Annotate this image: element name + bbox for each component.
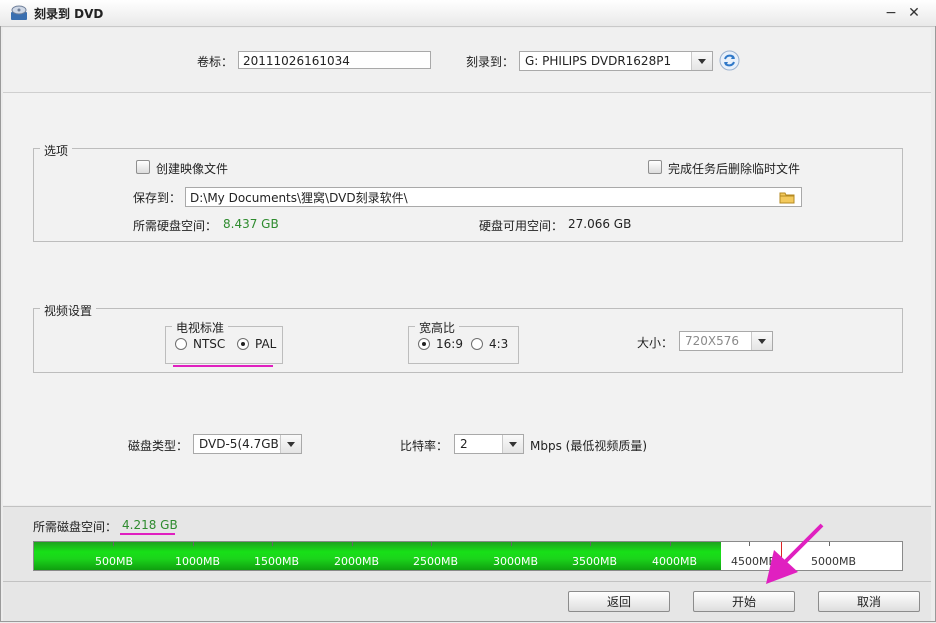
disk-usage-tick bbox=[113, 542, 114, 546]
save-path-input[interactable]: D:\My Documents\狸窝\DVD刻录软件\ bbox=[185, 187, 802, 207]
save-to-label: 保存到： bbox=[133, 191, 182, 205]
disk-usage-tick bbox=[670, 542, 671, 546]
disk-usage-tick bbox=[590, 542, 591, 546]
required-disc-space-label: 所需磁盘空间： bbox=[33, 520, 118, 534]
pink-annotation-arrow bbox=[766, 523, 824, 584]
pal-highlight-underline bbox=[173, 365, 273, 367]
disk-usage-tick bbox=[272, 542, 273, 546]
chevron-down-icon bbox=[502, 435, 523, 453]
video-settings-group-title: 视频设置 bbox=[40, 302, 97, 319]
start-button[interactable]: 开始 bbox=[693, 591, 795, 612]
ntsc-radio[interactable] bbox=[175, 338, 187, 350]
aspect-ratio-title: 宽高比 bbox=[415, 319, 460, 336]
delete-temp-checkbox[interactable] bbox=[648, 160, 662, 174]
refresh-icon[interactable] bbox=[719, 50, 740, 71]
disk-usage-tick-label: 4000MB bbox=[652, 555, 698, 568]
minimize-button[interactable]: − bbox=[882, 4, 900, 22]
create-image-checkbox[interactable] bbox=[136, 160, 150, 174]
disk-usage-tick-label: 1500MB bbox=[254, 555, 300, 568]
disk-usage-tick-label: 500MB bbox=[95, 555, 134, 568]
cancel-button[interactable]: 取消 bbox=[818, 591, 920, 612]
drive-select[interactable]: G: PHILIPS DVDR1628P1 bbox=[519, 51, 713, 71]
aspect-4-3-label: 4:3 bbox=[489, 337, 509, 351]
volume-input[interactable]: 20111026161034 bbox=[238, 51, 431, 69]
disk-usage-tick bbox=[352, 542, 353, 546]
close-button[interactable]: ✕ bbox=[905, 4, 923, 22]
volume-label: 卷标： bbox=[197, 55, 234, 69]
folder-icon[interactable] bbox=[779, 190, 795, 204]
disc-type-select[interactable]: DVD-5(4.7GB) bbox=[193, 434, 302, 454]
size-select[interactable]: 720X576 bbox=[679, 331, 773, 351]
available-hdd-space-value: 27.066 GB bbox=[568, 217, 632, 231]
ntsc-label: NTSC bbox=[193, 337, 226, 351]
disk-usage-tick-label: 3000MB bbox=[493, 555, 539, 568]
disk-usage-tick-label: 1000MB bbox=[175, 555, 221, 568]
size-select-value: 720X576 bbox=[685, 334, 740, 348]
bitrate-label: 比特率： bbox=[400, 439, 449, 453]
pal-radio[interactable] bbox=[237, 338, 249, 350]
bitrate-select[interactable]: 2 bbox=[454, 434, 524, 454]
chevron-down-icon bbox=[751, 332, 772, 350]
available-hdd-space-label: 硬盘可用空间： bbox=[479, 219, 564, 233]
bitrate-value: 2 bbox=[460, 437, 468, 451]
aspect-16-9-label: 16:9 bbox=[436, 337, 463, 351]
back-button[interactable]: 返回 bbox=[568, 591, 670, 612]
pal-label: PAL bbox=[255, 337, 277, 351]
required-hdd-space-label: 所需硬盘空间： bbox=[133, 219, 218, 233]
title-bar bbox=[0, 0, 936, 27]
required-hdd-space-value: 8.437 GB bbox=[223, 217, 279, 231]
chevron-down-icon bbox=[280, 435, 301, 453]
required-space-highlight-underline bbox=[120, 533, 175, 535]
aspect-16-9-radio[interactable] bbox=[418, 338, 430, 350]
disc-type-label: 磁盘类型： bbox=[128, 439, 189, 453]
burn-to-label: 刻录到： bbox=[466, 55, 515, 69]
aspect-4-3-radio[interactable] bbox=[471, 338, 483, 350]
chevron-down-icon bbox=[691, 52, 712, 70]
disk-usage-tick-label: 2000MB bbox=[334, 555, 380, 568]
size-label: 大小： bbox=[637, 336, 674, 350]
options-group-title: 选项 bbox=[40, 142, 73, 159]
required-disc-space-value: 4.218 GB bbox=[122, 518, 178, 532]
disk-usage-tick-label: 3500MB bbox=[572, 555, 618, 568]
disk-usage-tick bbox=[431, 542, 432, 546]
disk-usage-tick bbox=[511, 542, 512, 546]
disk-usage-tick bbox=[749, 542, 750, 546]
tv-standard-title: 电视标准 bbox=[172, 319, 229, 336]
bitrate-unit: Mbps (最低视频质量) bbox=[530, 439, 648, 453]
disk-usage-tick bbox=[193, 542, 194, 546]
create-image-label: 创建映像文件 bbox=[156, 162, 229, 176]
delete-temp-label: 完成任务后删除临时文件 bbox=[668, 162, 801, 176]
dvd-burner-app-icon bbox=[11, 5, 27, 20]
disk-usage-tick-label: 2500MB bbox=[413, 555, 459, 568]
window-title: 刻录到 DVD bbox=[34, 7, 104, 21]
disc-type-value: DVD-5(4.7GB) bbox=[199, 437, 284, 451]
drive-select-value: G: PHILIPS DVDR1628P1 bbox=[525, 54, 672, 68]
